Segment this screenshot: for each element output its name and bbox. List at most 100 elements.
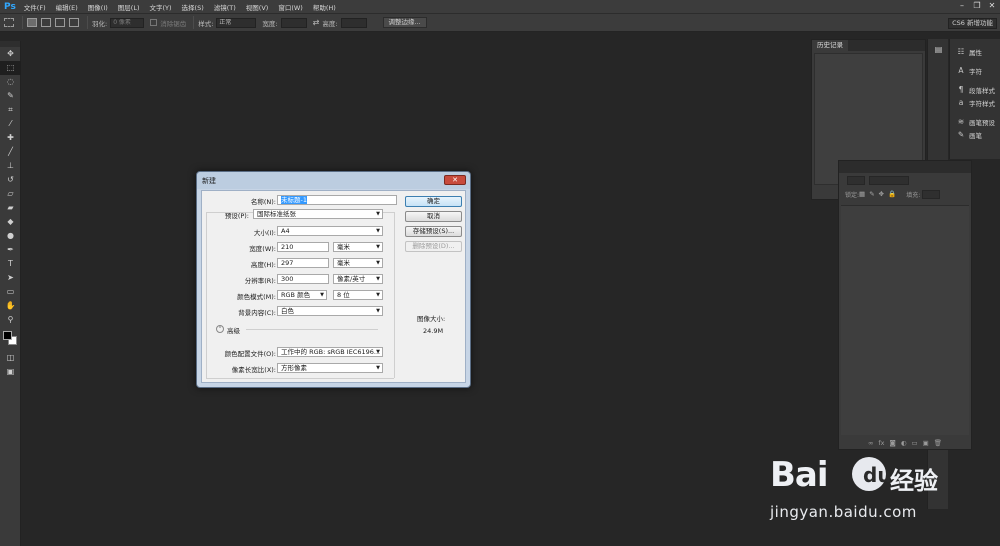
foreground-color-swatch[interactable] [3, 331, 12, 340]
fill-input[interactable] [922, 189, 941, 199]
collapse-advanced-icon[interactable]: ⌃ [216, 325, 224, 333]
blend-mode-select[interactable] [869, 175, 909, 185]
menu-edit[interactable]: 编辑(E) [56, 2, 78, 12]
new-selection-icon[interactable] [27, 18, 37, 27]
resolution-unit-select[interactable]: 像素/英寸 ▼ [333, 274, 383, 284]
add-mask-icon[interactable]: ◙ [890, 439, 896, 447]
menu-window[interactable]: 窗口(W) [278, 2, 303, 12]
preset-select[interactable]: 国际标准纸张 ▼ [253, 209, 383, 219]
name-input[interactable]: 未标题-1 [277, 195, 397, 205]
dock-item-paragraph-styles[interactable]: ¶ 段落样式 [950, 83, 1000, 96]
restore-icon[interactable]: ❐ [970, 0, 984, 13]
bit-depth-select[interactable]: 8 位 ▼ [333, 290, 383, 300]
adjustment-layer-icon[interactable]: ◐ [901, 439, 907, 447]
crop-tool-icon[interactable]: ⌗ [0, 103, 21, 117]
move-tool-icon[interactable]: ✥ [0, 47, 21, 61]
quick-mask-icon[interactable]: ◫ [0, 351, 21, 365]
pen-tool-icon[interactable]: ✒ [0, 243, 21, 257]
rectangular-marquee-tool-icon[interactable]: ⬚ [0, 61, 21, 75]
layers-list[interactable] [841, 205, 969, 435]
menu-layer[interactable]: 图层(L) [118, 2, 140, 12]
type-tool-icon[interactable]: T [0, 257, 21, 271]
brush-presets-icon: ≋ [957, 117, 965, 126]
height-input[interactable] [340, 17, 367, 28]
hand-tool-icon[interactable]: ✋ [0, 299, 21, 313]
lock-all-icon[interactable]: 🔒 [888, 190, 896, 198]
background-contents-select[interactable]: 白色 ▼ [277, 306, 383, 316]
chevron-down-icon: ▼ [376, 349, 380, 355]
lasso-tool-icon[interactable]: ◌ [0, 75, 21, 89]
subtract-selection-icon[interactable] [55, 18, 65, 27]
dock-item-properties[interactable]: ☷ 属性 [950, 45, 1000, 58]
tab-history[interactable]: 历史记录 [812, 40, 848, 51]
style-select[interactable]: 正常 [216, 17, 257, 28]
menu-type[interactable]: 文字(Y) [150, 2, 172, 12]
menu-file[interactable]: 文件(F) [24, 2, 46, 12]
blur-tool-icon[interactable]: ◆ [0, 215, 21, 229]
ok-button[interactable]: 确定 [405, 196, 462, 207]
history-brush-tool-icon[interactable]: ↺ [0, 173, 21, 187]
eraser-tool-icon[interactable]: ▱ [0, 187, 21, 201]
layers-lock-row: 锁定: ▦ ✎ ✥ 🔒 填充: [839, 187, 971, 201]
close-window-icon[interactable]: ✕ [985, 0, 999, 13]
size-select[interactable]: A4 ▼ [277, 226, 383, 236]
minimize-icon[interactable]: – [955, 0, 969, 13]
layer-style-icon[interactable]: fx [878, 439, 884, 447]
menu-image[interactable]: 图像(I) [88, 2, 108, 12]
pixel-aspect-select[interactable]: 方形像素 ▼ [277, 363, 383, 373]
width-input[interactable]: 210 [277, 242, 329, 252]
width-unit-select[interactable]: 毫米 ▼ [333, 242, 383, 252]
dock-item-character[interactable]: A 字符 [950, 64, 1000, 77]
resolution-input[interactable]: 300 [277, 274, 329, 284]
refine-edge-button[interactable]: 调整边缘... [382, 17, 427, 28]
marquee-tool-icon[interactable] [4, 18, 14, 27]
menu-filter[interactable]: 滤镜(T) [214, 2, 236, 12]
height-unit-select[interactable]: 毫米 ▼ [333, 258, 383, 268]
antialias-checkbox[interactable] [150, 19, 158, 26]
width-input[interactable] [280, 17, 307, 28]
menu-select[interactable]: 选择(S) [182, 2, 204, 12]
dock-item-brush-presets[interactable]: ≋ 画笔预设 [950, 115, 1000, 128]
dialog-close-icon[interactable]: ✕ [444, 175, 466, 185]
lock-transparent-icon[interactable]: ▦ [859, 190, 865, 198]
intersect-selection-icon[interactable] [69, 18, 79, 27]
swap-icon[interactable]: ⇄ [313, 18, 320, 27]
link-layers-icon[interactable]: ∞ [868, 439, 873, 447]
eyedropper-tool-icon[interactable]: ⁄ [0, 117, 21, 131]
dialog-title: 新建 [202, 177, 216, 185]
history-panel-icon[interactable]: ▤ [928, 43, 949, 57]
screen-mode-icon[interactable]: ▣ [0, 365, 21, 379]
path-selection-tool-icon[interactable]: ➤ [0, 271, 21, 285]
add-selection-icon[interactable] [41, 18, 51, 27]
layer-filter-select[interactable] [847, 175, 865, 185]
save-preset-button[interactable]: 存储预设(S)... [405, 226, 462, 237]
delete-preset-button[interactable]: 删除预设(D)... [405, 241, 462, 252]
menu-help[interactable]: 帮助(H) [313, 2, 336, 12]
zoom-tool-icon[interactable]: ⚲ [0, 313, 21, 327]
lock-image-icon[interactable]: ✎ [869, 190, 874, 198]
color-profile-select[interactable]: 工作中的 RGB: sRGB IEC6196... ▼ [277, 347, 383, 357]
delete-layer-icon[interactable]: 🗑 [934, 439, 942, 447]
workspace-button[interactable]: CS6 新增功能 [948, 18, 997, 29]
gradient-tool-icon[interactable]: ▰ [0, 201, 21, 215]
healing-brush-tool-icon[interactable]: ✚ [0, 131, 21, 145]
dock-item-character-styles[interactable]: a 字符样式 [950, 96, 1000, 109]
feather-input[interactable]: 0 像素 [110, 17, 145, 28]
color-mode-select[interactable]: RGB 颜色 ▼ [277, 290, 327, 300]
new-layer-icon[interactable]: ▣ [923, 439, 929, 447]
new-document-dialog: 新建 ✕ 名称(N): 未标题-1 预设(P): 国际标准纸张 ▼ 大小(I): … [196, 171, 471, 388]
name-label: 名称(N): [250, 198, 276, 206]
lock-position-icon[interactable]: ✥ [879, 190, 884, 198]
dialog-titlebar[interactable]: 新建 ✕ [197, 172, 470, 189]
dodge-tool-icon[interactable]: ● [0, 229, 21, 243]
menu-view[interactable]: 视图(V) [246, 2, 269, 12]
dock-item-brush[interactable]: ✎ 画笔 [950, 128, 1000, 141]
rectangle-tool-icon[interactable]: ▭ [0, 285, 21, 299]
tools-panel: ✥ ⬚ ◌ ✎ ⌗ ⁄ ✚ ╱ ⊥ ↺ ▱ ▰ ◆ ● ✒ T ➤ ▭ ✋ ⚲ … [0, 41, 21, 546]
new-group-icon[interactable]: ▭ [911, 439, 917, 447]
clone-stamp-tool-icon[interactable]: ⊥ [0, 159, 21, 173]
quick-selection-tool-icon[interactable]: ✎ [0, 89, 21, 103]
cancel-button[interactable]: 取消 [405, 211, 462, 222]
height-input[interactable]: 297 [277, 258, 329, 268]
brush-tool-icon[interactable]: ╱ [0, 145, 21, 159]
